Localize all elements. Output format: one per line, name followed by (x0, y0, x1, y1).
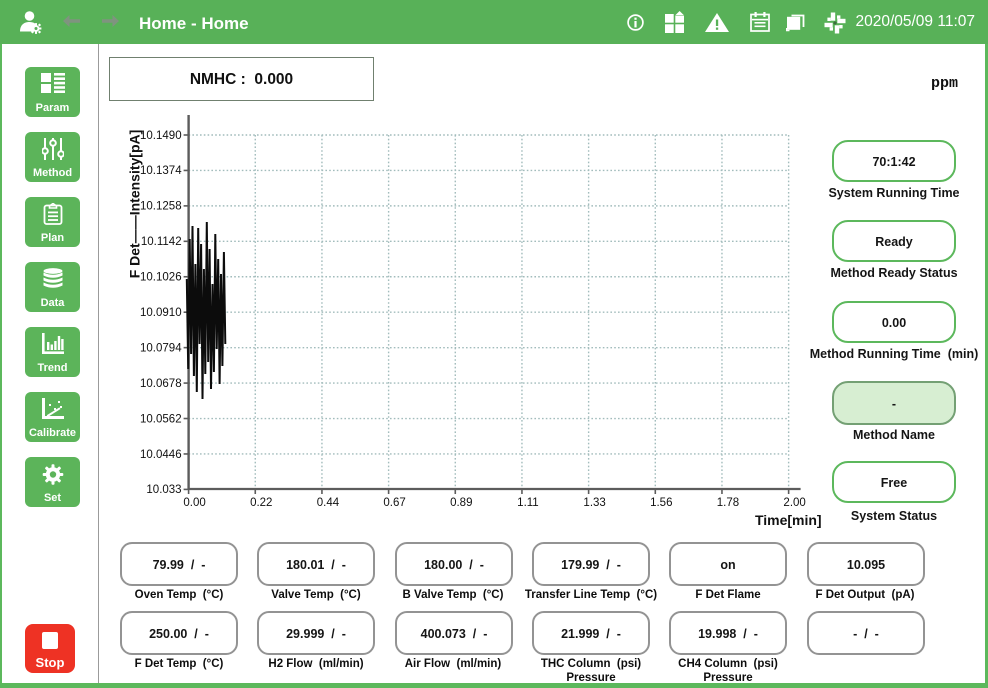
svg-text:10.1258: 10.1258 (140, 201, 182, 213)
svg-text:0.22: 0.22 (250, 497, 272, 509)
svg-text:0.67: 0.67 (383, 497, 405, 509)
svg-text:1.56: 1.56 (650, 497, 672, 509)
svg-text:1.78: 1.78 (717, 497, 739, 509)
svg-text:10.0910: 10.0910 (140, 307, 182, 319)
svg-text:0.89: 0.89 (450, 497, 472, 509)
svg-text:10.0678: 10.0678 (140, 378, 182, 390)
svg-text:10.0446: 10.0446 (140, 449, 182, 461)
svg-text:10.0794: 10.0794 (140, 342, 182, 354)
svg-text:0.44: 0.44 (317, 497, 340, 509)
svg-text:10.1142: 10.1142 (141, 236, 182, 248)
svg-text:1.11: 1.11 (517, 497, 539, 509)
svg-text:F Det——Intensity[pA]: F Det——Intensity[pA] (127, 130, 143, 279)
svg-text:0.00: 0.00 (183, 497, 205, 509)
svg-text:1.33: 1.33 (583, 497, 605, 509)
svg-text:2.00: 2.00 (783, 497, 805, 509)
svg-text:10.033: 10.033 (146, 484, 181, 496)
svg-text:10.1026: 10.1026 (140, 272, 182, 284)
svg-text:10.1374: 10.1374 (140, 165, 182, 177)
svg-text:10.0562: 10.0562 (140, 413, 182, 425)
svg-text:10.1490: 10.1490 (140, 130, 182, 142)
